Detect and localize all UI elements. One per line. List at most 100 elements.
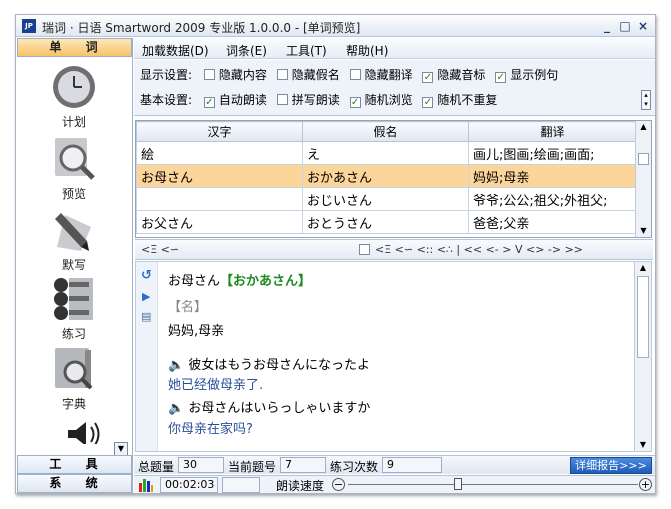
example-cn-1: 她已经做母亲了. [168, 378, 264, 393]
detail-scrollbar[interactable]: ▲ ▼ [634, 262, 651, 451]
total-label: 总题量 [138, 460, 175, 474]
speaker-icon[interactable]: 🔈 [168, 358, 184, 373]
scroll-down-icon[interactable]: ▼ [635, 439, 651, 451]
sidebar-section-words[interactable]: 单 词 [17, 38, 132, 57]
speaker-icon[interactable]: 🔈 [168, 401, 184, 416]
tool-practice[interactable]: 练习 [44, 276, 104, 342]
cell-translation: 爸爸;父亲 [468, 210, 637, 234]
nav-checkbox[interactable] [359, 244, 370, 255]
speed-slider-thumb[interactable] [454, 478, 463, 490]
current-value: 7 [280, 457, 326, 473]
checkbox-hide-phonetic[interactable]: ✓ 隐藏音标 [422, 66, 485, 83]
practice-value: 9 [382, 457, 442, 473]
checkbox-auto-read[interactable]: ✓ 自动朗读 [203, 91, 267, 108]
tool-speaker[interactable] [55, 418, 115, 444]
scroll-up-icon[interactable]: ▲ [636, 121, 651, 133]
close-icon[interactable]: × [637, 20, 649, 32]
column-header-kana[interactable]: 假名 [302, 121, 469, 142]
cell-kanji [136, 187, 303, 211]
cell-translation: 画儿;图画;绘画;画面; [468, 141, 637, 165]
checkbox-random-browse[interactable]: ✓ 随机浏览 [349, 91, 413, 108]
table-row[interactable]: おじいさん 爷爷;公公;祖父;外祖父; [136, 187, 637, 211]
headword-line: お母さん【おかあさん】 [168, 270, 311, 289]
example-jp-2: 🔈 お母さんはいらっしゃいますか [168, 401, 371, 416]
table-row[interactable]: お父さん おとうさん 爸爸;父亲 [136, 210, 637, 234]
word-grid: 汉字 假名 翻译 絵 え 画儿;图画;绘画;画面; お母さん おかあさん 妈妈;… [135, 120, 652, 238]
cell-kana: おじいさん [302, 187, 469, 211]
sidebar-section-tools[interactable]: 工 具 [17, 455, 132, 474]
main-area: 加载数据(D) 词条(E) 工具(T) 帮助(H) 显示设置: 隐藏内容 隐藏假… [134, 38, 655, 493]
total-value: 30 [178, 457, 224, 473]
cell-kanji: お父さん [136, 210, 303, 234]
nav-left-controls[interactable]: <Ξ <∽ [141, 243, 179, 256]
tool-dictionary-label: 字典 [61, 397, 86, 411]
menu-load-data[interactable]: 加载数据(D) [142, 42, 209, 59]
menu-help[interactable]: 帮助(H) [346, 42, 388, 59]
grid-scroll-thumb[interactable] [638, 153, 649, 165]
sidebar-section-system[interactable]: 系 统 [17, 474, 132, 493]
title-bar[interactable]: JP 瑞词 · 日语 Smartword 2009 专业版 1.0.0.0 - … [16, 15, 655, 37]
checkbox-hide-translation[interactable]: 隐藏翻译 [349, 66, 413, 83]
copy-icon[interactable]: ▤ [141, 310, 151, 323]
tool-dictionary[interactable]: 字典 [44, 346, 104, 412]
dictionary-icon [51, 346, 97, 392]
menu-tools[interactable]: 工具(T) [286, 42, 327, 59]
table-row[interactable]: 絵 え 画儿;图画;绘画;画面; [136, 141, 637, 165]
cell-translation: 妈妈;母亲 [468, 164, 637, 188]
cell-kana: おかあさん [302, 164, 469, 188]
example-jp-1: 🔈 彼女はもうお母さんになったよ [168, 358, 370, 373]
refresh-icon[interactable]: ↺ [141, 268, 152, 283]
maximize-icon[interactable]: □ [619, 20, 631, 32]
example-cn-2: 你母亲在家吗? [168, 422, 253, 437]
checkbox-spell-read[interactable]: 拼写朗读 [276, 91, 340, 108]
column-header-kanji[interactable]: 汉字 [136, 121, 303, 142]
nav-right-controls[interactable]: <Ξ <∽ <:: <∴ | << <- > V <> -> >> [375, 243, 583, 256]
table-row-selected[interactable]: お母さん おかあさん 妈妈;母亲 [136, 164, 637, 188]
menu-entry[interactable]: 词条(E) [226, 42, 267, 59]
scroll-down-icon[interactable]: ▼ [636, 225, 651, 237]
status-bar: 总题量 30 当前题号 7 练习次数 9 详细报告>>> [134, 455, 655, 474]
menu-bar: 加载数据(D) 词条(E) 工具(T) 帮助(H) [134, 38, 655, 59]
magnifier-icon [51, 136, 97, 182]
minimize-icon[interactable]: _ [601, 20, 613, 32]
pen-icon [51, 207, 97, 253]
headword-reading: 【おかあさん】 [220, 274, 312, 289]
practice-icon [51, 276, 97, 322]
cell-kanji: お母さん [136, 164, 303, 188]
scroll-up-icon[interactable]: ▲ [635, 262, 651, 274]
detail-scroll-thumb[interactable] [637, 276, 649, 358]
app-window: JP 瑞词 · 日语 Smartword 2009 专业版 1.0.0.0 - … [15, 14, 656, 494]
tool-dictation[interactable]: 默写 [44, 207, 104, 273]
chart-icon[interactable] [138, 477, 154, 492]
speed-decrease-button[interactable]: − [332, 478, 345, 491]
detail-toolbar: ↺ ▶ ▤ [136, 262, 158, 451]
checkbox-hide-content[interactable]: 隐藏内容 [203, 66, 267, 83]
checkbox-random-no-repeat[interactable]: ✓ 随机不重复 [422, 91, 497, 108]
settings-panel: 显示设置: 隐藏内容 隐藏假名 隐藏翻译 ✓ 隐藏音标 ✓ 显示例句 基本设置: ✓… [134, 60, 655, 116]
play-icon[interactable]: ▶ [142, 290, 150, 303]
speed-slider-track[interactable] [348, 484, 638, 485]
speed-label: 朗读速度 [276, 479, 325, 493]
current-label: 当前题号 [228, 460, 277, 474]
timer: 00:02:03 [160, 477, 218, 493]
clock-icon [51, 64, 97, 110]
practice-label: 练习次数 [330, 460, 379, 474]
column-header-translation[interactable]: 翻译 [468, 121, 637, 142]
checkbox-show-examples[interactable]: ✓ 显示例句 [495, 66, 558, 83]
tool-plan[interactable]: 计划 [44, 64, 104, 130]
tool-plan-label: 计划 [61, 115, 86, 129]
tool-preview-label: 预览 [61, 187, 86, 201]
grid-scrollbar[interactable]: ▲ ▼ [635, 121, 651, 237]
headword: お母さん [168, 274, 221, 289]
speaker-icon [62, 418, 108, 444]
tool-preview[interactable]: 预览 [44, 136, 104, 202]
sidebar: 单 词 计划 预览 默写 练习 字典 ▼ 工 具 系 统 [17, 38, 133, 493]
tool-practice-label: 练习 [61, 327, 86, 341]
report-button[interactable]: 详细报告>>> [570, 457, 652, 474]
sidebar-scroll-down-button[interactable]: ▼ [114, 442, 128, 456]
cell-translation: 爷爷;公公;祖父;外祖父; [468, 187, 637, 211]
settings-collapse-button[interactable]: ▴ ▾ [641, 90, 651, 110]
speed-increase-button[interactable]: + [639, 478, 652, 491]
display-settings-row: 显示设置: 隐藏内容 隐藏假名 隐藏翻译 ✓ 隐藏音标 ✓ 显示例句 [140, 66, 564, 84]
checkbox-hide-kana[interactable]: 隐藏假名 [276, 66, 340, 83]
